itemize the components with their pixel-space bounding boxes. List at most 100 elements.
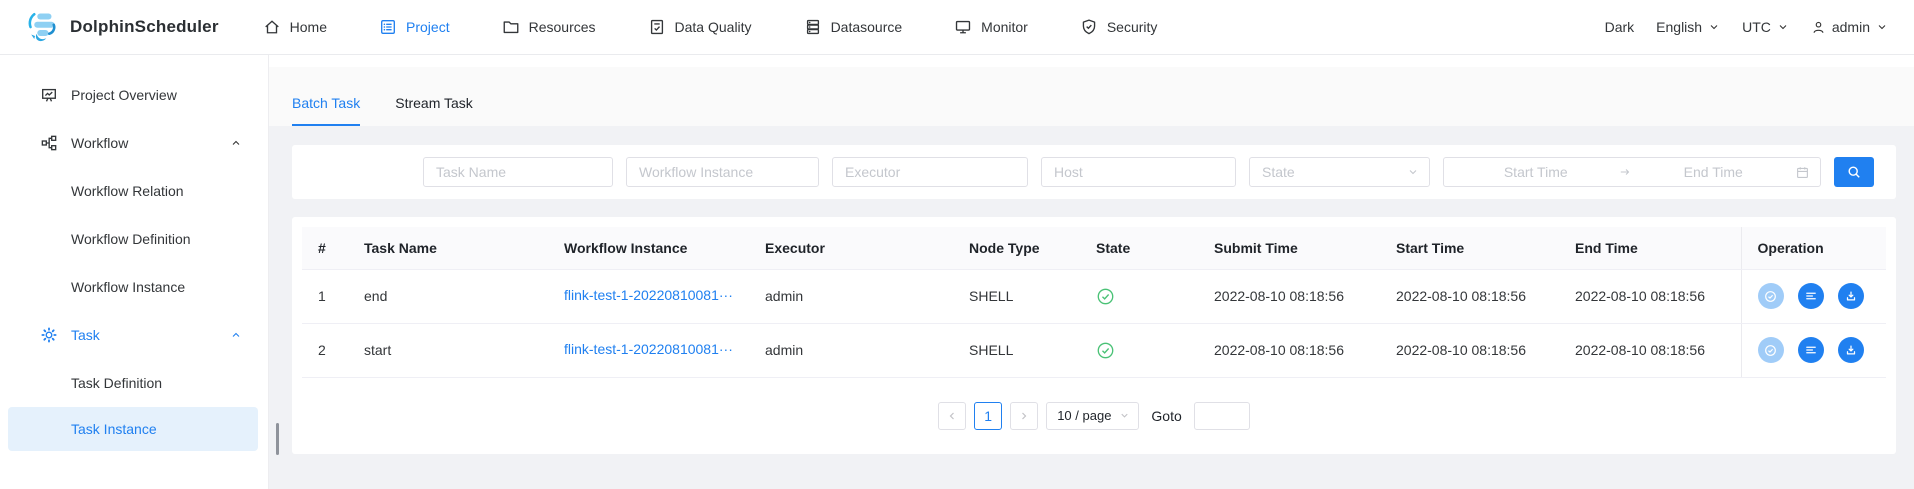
sidebar-item-workflow-relation[interactable]: Workflow Relation [0, 167, 268, 215]
cell-submit-time: 2022-08-10 08:18:56 [1198, 323, 1380, 377]
workflow-instance-link[interactable]: flink-test-1-20220810081··· [564, 341, 733, 357]
nav-item-data-quality[interactable]: Data Quality [648, 18, 752, 36]
nav-menu: Home Project Resources [263, 18, 1158, 36]
nav-label: Data Quality [675, 19, 752, 35]
nav-label: Datasource [831, 19, 903, 35]
monitor-icon [954, 18, 972, 36]
col-index: # [302, 227, 348, 269]
sidebar-label: Project Overview [71, 87, 177, 103]
scrollbar-thumb[interactable] [276, 423, 279, 455]
sidebar-item-workflow[interactable]: Workflow [0, 119, 268, 167]
state-select[interactable]: State [1249, 157, 1430, 187]
download-log-button[interactable] [1838, 283, 1864, 309]
col-operation: Operation [1741, 227, 1886, 269]
nav-item-project[interactable]: Project [379, 18, 450, 36]
sidebar-item-project-overview[interactable]: Project Overview [0, 71, 268, 119]
log-lines-icon [1804, 343, 1818, 357]
dolphinscheduler-logo-icon [26, 9, 62, 45]
table-row: 1 end flink-test-1-20220810081··· admin … [302, 269, 1886, 323]
search-button[interactable] [1834, 157, 1874, 187]
user-menu[interactable]: admin [1811, 19, 1888, 35]
col-executor: Executor [749, 227, 953, 269]
page-size-select[interactable]: 10 / page [1046, 402, 1139, 430]
sidebar-item-workflow-instance[interactable]: Workflow Instance [0, 263, 268, 311]
next-page-button[interactable] [1010, 402, 1038, 430]
sidebar-item-workflow-definition[interactable]: Workflow Definition [0, 215, 268, 263]
pagination: 1 10 / page Goto [302, 378, 1886, 455]
download-icon [1844, 343, 1858, 357]
prev-page-button[interactable] [938, 402, 966, 430]
folder-icon [502, 18, 520, 36]
arrow-right-icon [1618, 165, 1632, 179]
nav-item-datasource[interactable]: Datasource [804, 18, 903, 36]
download-log-button[interactable] [1838, 337, 1864, 363]
view-log-button[interactable] [1798, 337, 1824, 363]
cell-end-time: 2022-08-10 08:18:56 [1559, 323, 1741, 377]
cell-node-type: SHELL [953, 323, 1080, 377]
goto-page-input[interactable] [1194, 402, 1250, 430]
cards-wrap: State Start Time End Time [269, 126, 1914, 489]
chevron-left-icon [946, 410, 958, 422]
col-node-type: Node Type [953, 227, 1080, 269]
executor-input[interactable] [832, 157, 1028, 187]
host-input[interactable] [1041, 157, 1236, 187]
force-success-button[interactable] [1758, 283, 1784, 309]
sidebar-item-task[interactable]: Task [0, 311, 268, 359]
task-name-input[interactable] [423, 157, 613, 187]
workflow-instance-link[interactable]: flink-test-1-20220810081··· [564, 287, 733, 303]
table-header-row: # Task Name Workflow Instance Executor N… [302, 227, 1886, 269]
sidebar-label: Task [71, 327, 100, 343]
page-1-button[interactable]: 1 [974, 402, 1002, 430]
sidebar-item-task-instance[interactable]: Task Instance [8, 407, 258, 451]
nav-item-security[interactable]: Security [1080, 18, 1158, 36]
main-area: Project Overview Workflow Workflow Relat… [0, 55, 1914, 489]
theme-toggle[interactable]: Dark [1605, 19, 1635, 35]
tab-batch-task[interactable]: Batch Task [292, 95, 360, 126]
col-start-time: Start Time [1380, 227, 1559, 269]
nav-label: Monitor [981, 19, 1028, 35]
datasource-icon [804, 18, 822, 36]
col-end-time: End Time [1559, 227, 1741, 269]
sidebar-label: Workflow [71, 135, 128, 151]
cell-end-time: 2022-08-10 08:18:56 [1559, 269, 1741, 323]
language-selector[interactable]: English [1656, 19, 1720, 35]
force-success-button[interactable] [1758, 337, 1784, 363]
shield-check-icon [1080, 18, 1098, 36]
view-log-button[interactable] [1798, 283, 1824, 309]
language-label: English [1656, 19, 1702, 35]
success-state-icon [1096, 341, 1115, 360]
sidebar-item-task-definition[interactable]: Task Definition [0, 359, 268, 407]
cell-node-type: SHELL [953, 269, 1080, 323]
workflow-instance-input[interactable] [626, 157, 819, 187]
col-workflow-instance: Workflow Instance [548, 227, 749, 269]
nav-item-monitor[interactable]: Monitor [954, 18, 1028, 36]
data-quality-icon [648, 18, 666, 36]
success-state-icon [1096, 287, 1115, 306]
nav-item-resources[interactable]: Resources [502, 18, 596, 36]
nav-item-home[interactable]: Home [263, 18, 327, 36]
col-submit-time: Submit Time [1198, 227, 1380, 269]
sidebar-label: Workflow Definition [71, 231, 191, 247]
download-icon [1844, 289, 1858, 303]
project-icon [379, 18, 397, 36]
chevron-down-icon [1708, 21, 1720, 33]
check-circle-icon [1763, 289, 1778, 304]
chevron-up-icon [230, 137, 242, 149]
chevron-down-icon [1876, 21, 1888, 33]
timezone-selector[interactable]: UTC [1742, 19, 1789, 35]
top-navbar: DolphinScheduler Home Project [0, 0, 1914, 55]
time-range-picker[interactable]: Start Time End Time [1443, 157, 1821, 187]
cell-executor: admin [749, 269, 953, 323]
tab-stream-task[interactable]: Stream Task [395, 95, 473, 126]
cell-start-time: 2022-08-10 08:18:56 [1380, 323, 1559, 377]
nav-label: Project [406, 19, 450, 35]
chevron-up-icon [230, 329, 242, 341]
task-instance-table: # Task Name Workflow Instance Executor N… [302, 227, 1886, 378]
log-lines-icon [1804, 289, 1818, 303]
cell-index: 1 [302, 269, 348, 323]
goto-label: Goto [1151, 408, 1181, 424]
nav-label: Security [1107, 19, 1158, 35]
brand[interactable]: DolphinScheduler [26, 9, 219, 45]
cell-index: 2 [302, 323, 348, 377]
content-area: Batch Task Stream Task State Start Time [269, 55, 1914, 489]
